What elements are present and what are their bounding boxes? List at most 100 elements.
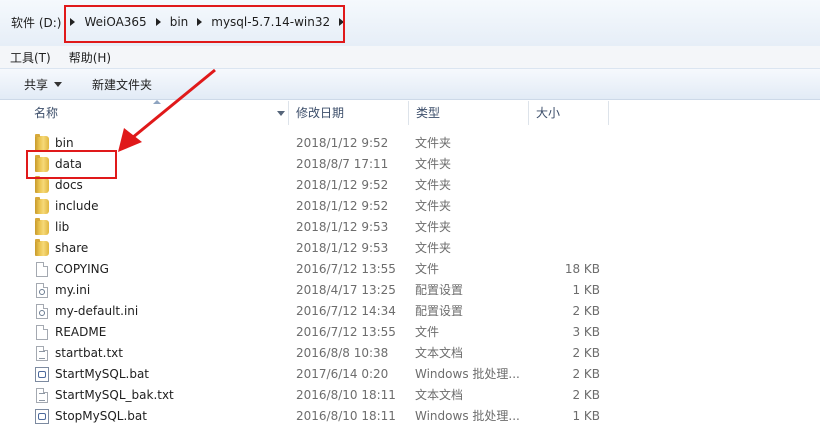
settings-file-icon [36, 283, 48, 298]
file-date: 2016/7/12 13:55 [296, 262, 396, 276]
folder-icon [35, 239, 49, 256]
menu-help[interactable]: 帮助(H) [59, 49, 119, 66]
file-icon [36, 262, 48, 277]
file-date: 2016/7/12 13:55 [296, 325, 396, 339]
file-type: 文本文档 [415, 388, 464, 402]
breadcrumb-separator-icon[interactable] [155, 18, 161, 26]
list-item[interactable]: StartMySQL.bat 2017/6/14 0:20 Windows 批处… [0, 364, 820, 385]
file-date: 2018/1/12 9:53 [296, 220, 389, 234]
file-type: 文件夹 [415, 241, 452, 255]
file-size: 2 KB [572, 304, 600, 318]
file-size: 18 KB [564, 262, 600, 276]
new-folder-button-label: 新建文件夹 [92, 77, 153, 92]
file-type: Windows 批处理... [415, 409, 520, 423]
column-header-date-label: 修改日期 [296, 106, 345, 120]
column-headers: 名称 修改日期 类型 大小 [0, 99, 820, 127]
column-header-type[interactable]: 类型 [408, 99, 528, 127]
file-type: 配置设置 [415, 283, 464, 297]
file-date: 2016/8/10 18:11 [296, 388, 396, 402]
file-type: 文件夹 [415, 178, 452, 192]
file-list: bin 2018/1/12 9:52 文件夹 data 2018/8/7 17:… [0, 133, 820, 427]
file-date: 2018/4/17 13:25 [296, 283, 396, 297]
breadcrumb-separator-icon[interactable] [70, 18, 76, 26]
batch-file-icon [35, 409, 49, 424]
file-type: 文本文档 [415, 346, 464, 360]
file-size: 3 KB [572, 325, 600, 339]
list-item[interactable]: bin 2018/1/12 9:52 文件夹 [0, 133, 820, 154]
folder-icon [35, 155, 49, 172]
file-type: 文件夹 [415, 220, 452, 234]
column-header-type-label: 类型 [416, 106, 441, 120]
folder-icon [35, 218, 49, 235]
list-item[interactable]: my-default.ini 2016/7/12 14:34 配置设置 2 KB [0, 301, 820, 322]
folder-icon [35, 197, 49, 214]
new-folder-button[interactable]: 新建文件夹 [76, 76, 166, 93]
breadcrumb: 软件 (D:) WeiOA365 bin mysql-5.7.14-win32 [6, 8, 348, 36]
column-divider[interactable] [608, 101, 609, 125]
text-file-icon [36, 346, 48, 361]
column-header-size[interactable]: 大小 [528, 99, 608, 127]
file-size: 2 KB [572, 388, 600, 402]
file-date: 2017/6/14 0:20 [296, 367, 389, 381]
breadcrumb-weioa365[interactable]: WeiOA365 [79, 15, 151, 29]
file-name: include [55, 199, 99, 213]
file-type: 文件夹 [415, 136, 452, 150]
column-header-size-label: 大小 [536, 106, 561, 120]
list-item[interactable]: share 2018/1/12 9:53 文件夹 [0, 238, 820, 259]
list-item[interactable]: StartMySQL_bak.txt 2016/8/10 18:11 文本文档 … [0, 385, 820, 406]
column-header-date[interactable]: 修改日期 [288, 99, 408, 127]
list-item[interactable]: COPYING 2016/7/12 13:55 文件 18 KB [0, 259, 820, 280]
file-name: startbat.txt [55, 346, 123, 360]
menu-bar: 工具(T) 帮助(H) [0, 46, 820, 68]
file-name: StartMySQL_bak.txt [55, 388, 174, 402]
text-file-icon [36, 388, 48, 403]
list-item[interactable]: include 2018/1/12 9:52 文件夹 [0, 196, 820, 217]
list-item[interactable]: docs 2018/1/12 9:52 文件夹 [0, 175, 820, 196]
batch-file-icon [35, 367, 49, 382]
file-type: 配置设置 [415, 304, 464, 318]
column-filter-dropdown-icon[interactable] [277, 111, 285, 116]
address-bar[interactable]: 软件 (D:) WeiOA365 bin mysql-5.7.14-win32 [0, 0, 820, 47]
list-item[interactable]: startbat.txt 2016/8/8 10:38 文本文档 2 KB [0, 343, 820, 364]
file-name: COPYING [55, 262, 109, 276]
file-size: 1 KB [572, 409, 600, 423]
file-name: share [55, 241, 89, 255]
breadcrumb-separator-icon[interactable] [339, 18, 345, 26]
file-name: my.ini [55, 283, 91, 297]
file-size: 2 KB [572, 367, 600, 381]
file-name: bin [55, 136, 74, 150]
file-name: StartMySQL.bat [55, 367, 150, 381]
toolbar: 共享 新建文件夹 [0, 68, 820, 100]
list-item[interactable]: data 2018/8/7 17:11 文件夹 [0, 154, 820, 175]
file-type: 文件夹 [415, 199, 452, 213]
file-type: Windows 批处理... [415, 367, 520, 381]
share-button[interactable]: 共享 [0, 76, 76, 93]
menu-tools[interactable]: 工具(T) [0, 49, 59, 66]
file-name: my-default.ini [55, 304, 139, 318]
file-icon [36, 325, 48, 340]
file-date: 2016/7/12 14:34 [296, 304, 396, 318]
file-date: 2018/1/12 9:52 [296, 199, 389, 213]
file-type: 文件 [415, 325, 440, 339]
file-date: 2018/1/12 9:53 [296, 241, 389, 255]
file-type: 文件 [415, 262, 440, 276]
file-name: StopMySQL.bat [55, 409, 147, 423]
list-item[interactable]: my.ini 2018/4/17 13:25 配置设置 1 KB [0, 280, 820, 301]
column-header-name[interactable]: 名称 [26, 99, 288, 127]
breadcrumb-mysql[interactable]: mysql-5.7.14-win32 [206, 15, 335, 29]
breadcrumb-drive[interactable]: 软件 (D:) [6, 14, 66, 31]
file-type: 文件夹 [415, 157, 452, 171]
file-date: 2018/1/12 9:52 [296, 136, 389, 150]
list-item[interactable]: lib 2018/1/12 9:53 文件夹 [0, 217, 820, 238]
file-date: 2016/8/10 18:11 [296, 409, 396, 423]
chevron-down-icon [54, 81, 63, 87]
column-header-name-label: 名称 [34, 106, 59, 120]
breadcrumb-separator-icon[interactable] [197, 18, 203, 26]
settings-file-icon [36, 304, 48, 319]
list-item[interactable]: StopMySQL.bat 2016/8/10 18:11 Windows 批处… [0, 406, 820, 427]
file-date: 2016/8/8 10:38 [296, 346, 389, 360]
list-item[interactable]: README 2016/7/12 13:55 文件 3 KB [0, 322, 820, 343]
file-size: 1 KB [572, 283, 600, 297]
file-date: 2018/8/7 17:11 [296, 157, 389, 171]
breadcrumb-bin[interactable]: bin [165, 15, 194, 29]
